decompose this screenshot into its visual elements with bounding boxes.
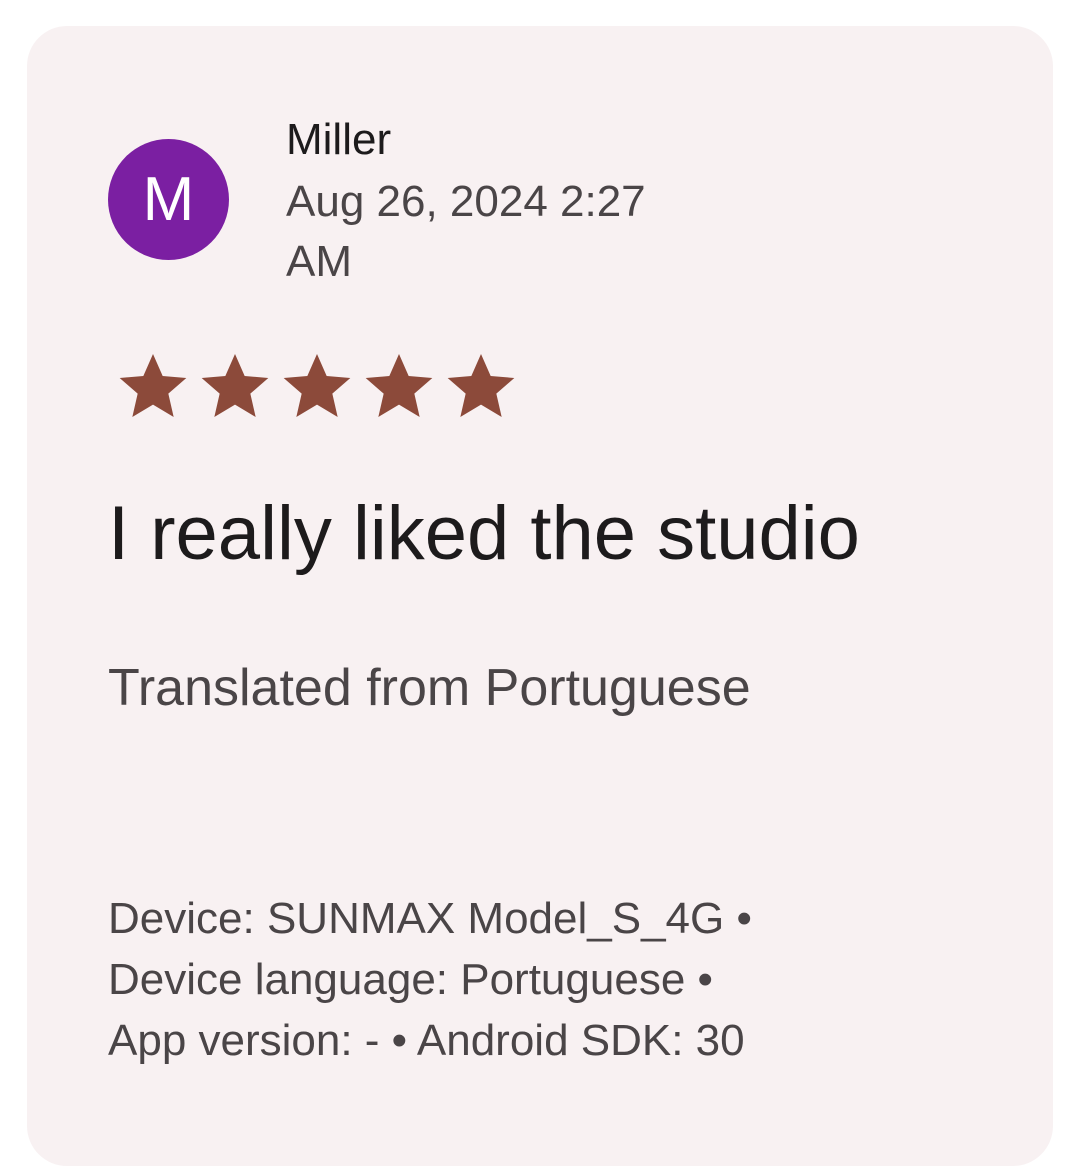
device-info: Device: SUNMAX Model_S_4G • (108, 894, 752, 943)
star-icon (112, 348, 194, 428)
star-icon (440, 348, 522, 428)
device-language-info: Device language: Portuguese • (108, 955, 713, 1004)
star-icon (276, 348, 358, 428)
star-icon (194, 348, 276, 428)
star-rating (112, 348, 522, 428)
device-metadata: Device: SUNMAX Model_S_4G • Device langu… (108, 888, 1008, 1071)
translated-note: Translated from Portuguese (108, 659, 751, 717)
review-author: Miller (286, 115, 392, 164)
review-date: Aug 26, 2024 2:27 AM (286, 177, 646, 286)
avatar: M (108, 139, 229, 260)
review-text: I really liked the studio (108, 491, 860, 576)
app-version-info: App version: - • Android SDK: 30 (108, 1016, 745, 1065)
star-icon (358, 348, 440, 428)
